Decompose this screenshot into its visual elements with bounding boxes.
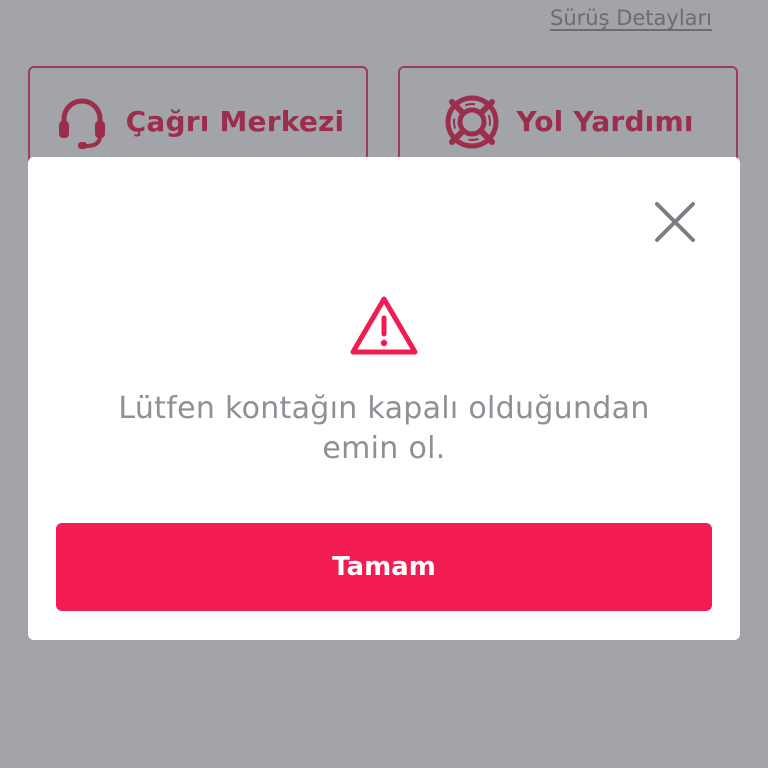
ok-button[interactable]: Tamam: [56, 523, 712, 611]
dialog-message-line2: emin ol.: [322, 431, 446, 466]
dialog-message: Lütfen kontağın kapalı olduğundan emin o…: [68, 389, 700, 469]
headset-icon: [52, 92, 112, 152]
warning-dialog: Lütfen kontağın kapalı olduğundan emin o…: [28, 157, 740, 640]
roadside-assistance-label: Yol Yardımı: [516, 105, 694, 138]
call-center-label: Çağrı Merkezi: [125, 105, 345, 138]
lifebuoy-icon: [442, 92, 502, 152]
dialog-message-line1: Lütfen kontağın kapalı olduğundan: [118, 391, 650, 426]
warning-icon: [349, 294, 419, 358]
ride-details-link[interactable]: Sürüş Detayları: [550, 6, 712, 30]
close-icon[interactable]: [652, 199, 698, 245]
